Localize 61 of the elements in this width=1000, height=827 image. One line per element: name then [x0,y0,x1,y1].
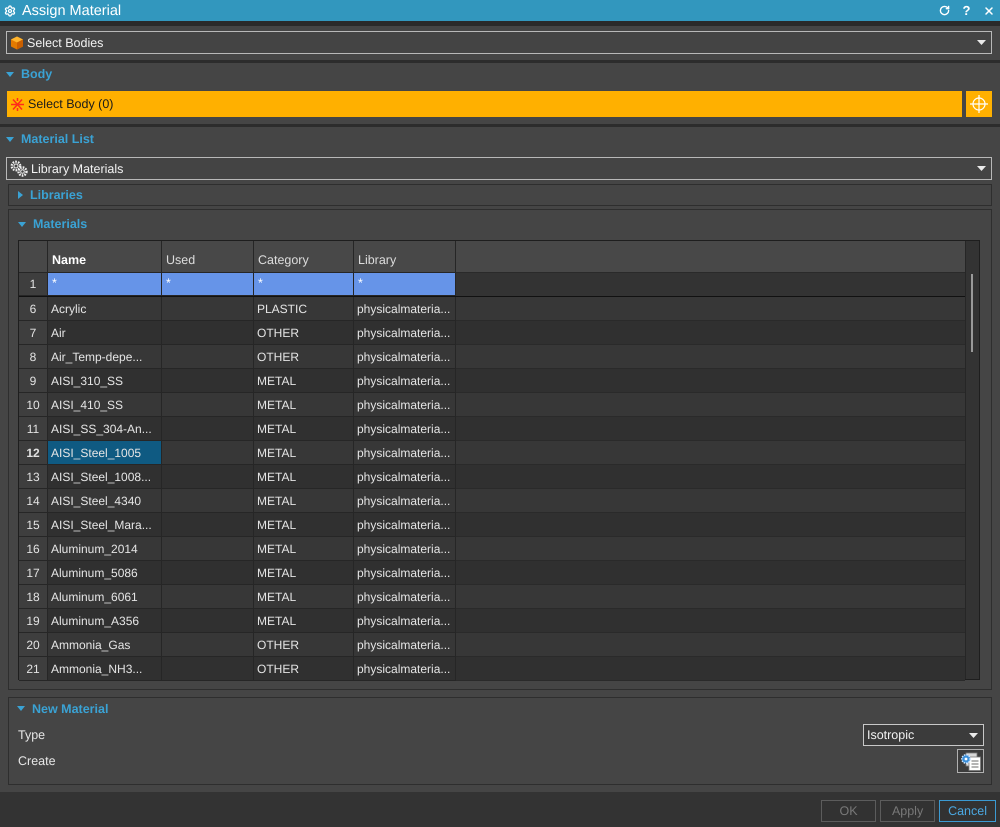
row-number: 18 [19,585,48,609]
table-cell[interactable]: Ammonia_NH3... [48,657,162,681]
asterisk-icon [11,98,24,110]
field-label: Type [17,728,46,742]
row-number: 20 [19,633,48,657]
row-number: 6 [19,297,48,321]
close-icon [982,4,994,16]
crosshair-icon [970,95,988,113]
table-cell[interactable]: AISI_Steel_1005 [48,441,162,465]
table-cell[interactable]: physicalmateria... [354,657,456,681]
material-source-dropdown[interactable]: Library Materials [6,157,992,180]
row-number: 9 [19,369,48,393]
window-title: Assign Material [22,2,122,18]
table-corner-cell[interactable] [19,241,48,273]
table-row[interactable]: 10 AISI_410_SS METAL physicalmateria... [19,393,965,417]
row-number: 1 [19,273,48,296]
row-number: 10 [19,393,48,417]
type-dropdown[interactable]: Isotropic [863,724,984,746]
table-row[interactable]: 6 Acrylic PLASTIC physicalmateria... [19,297,965,321]
row-number: 15 [19,513,48,537]
refresh-icon [939,5,950,16]
table-row[interactable]: 17 Aluminum_5086 METAL physicalmateria... [19,561,965,585]
table-row[interactable]: 12 AISI_Steel_1005 METAL physicalmateria... [19,441,965,465]
row-number: 21 [19,657,48,681]
row-number: 14 [19,489,48,513]
refresh-button[interactable] [938,2,951,18]
gears-icon [10,160,28,177]
table-row[interactable]: 8 Air_Temp-depe... OTHER physicalmateria... [19,345,965,369]
row-number: 13 [19,465,48,489]
documents-icon [960,752,980,770]
row-number: 8 [19,345,48,369]
row-number: 12 [19,441,48,465]
row-number: 7 [19,321,48,345]
pick-button[interactable] [966,91,992,117]
table-row[interactable]: 21 Ammonia_NH3... OTHER physicalmateria... [19,657,965,681]
table-row[interactable]: 20 Ammonia_Gas OTHER physicalmateria... [19,633,965,657]
table-row[interactable]: 16 Aluminum_2014 METAL physicalmateria... [19,537,965,561]
scrollbar-thumb[interactable] [971,274,973,352]
table-row[interactable]: 7 Air OTHER physicalmateria... [19,321,965,345]
table-row[interactable]: 14 AISI_Steel_4340 METAL physicalmateria... [19,489,965,513]
settings-icon [4,4,16,16]
row-number: 17 [19,561,48,585]
table-row[interactable]: 19 Aluminum_A356 METAL physicalmateria... [19,609,965,633]
caret-down-icon [969,732,978,738]
table-row[interactable]: 13 AISI_Steel_1008... METAL physicalmateria... [19,465,965,489]
select-body-button[interactable]: Select Body (0) [7,91,962,117]
caret-down-icon [977,166,986,171]
table-row[interactable]: 11 AISI_SS_304-An... METAL physicalmateria... [19,417,965,441]
row-number: 16 [19,537,48,561]
row-number: 11 [19,417,48,441]
create-button[interactable] [957,749,984,773]
dialog-button[interactable]: Cancel [939,800,996,822]
select-bodies-dropdown[interactable]: Select Bodies [6,31,992,54]
table-row[interactable]: 15 AISI_Steel_Mara... METAL physicalmateria... [19,513,965,537]
table-cell[interactable]: OTHER [254,657,354,681]
row-number: 19 [19,609,48,633]
table-row[interactable]: 9 AISI_310_SS METAL physicalmateria... [19,369,965,393]
cube-icon [10,36,24,50]
field-label: Create [17,754,56,768]
table-row[interactable]: 18 Aluminum_6061 METAL physicalmateria... [19,585,965,609]
caret-down-icon [977,40,986,45]
